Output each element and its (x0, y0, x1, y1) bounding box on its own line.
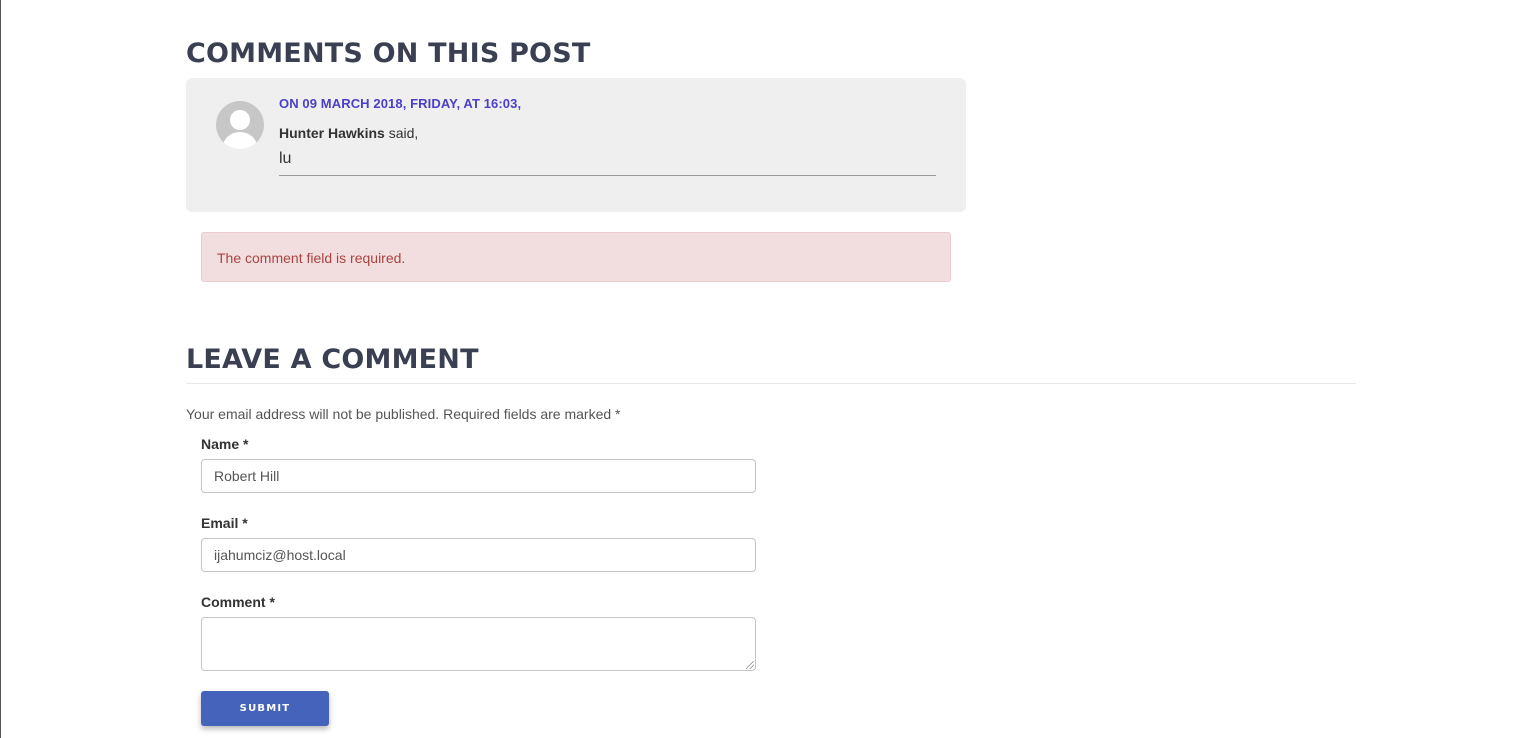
submit-button[interactable]: SUBMIT (201, 691, 329, 726)
comment-said: said, (384, 125, 419, 141)
name-label: Name * (201, 436, 249, 452)
comment-author: Hunter Hawkins (279, 125, 385, 141)
email-label: Email * (201, 515, 248, 531)
name-input[interactable]: Robert Hill (201, 459, 756, 493)
comments-title: COMMENTS ON THIS POST (186, 38, 591, 69)
required-notice: Your email address will not be published… (186, 406, 621, 422)
comment-label: Comment * (201, 594, 275, 610)
comment-item: ON 09 MARCH 2018, FRIDAY, AT 16:03, Hunt… (186, 78, 966, 212)
error-alert: The comment field is required. (201, 232, 951, 282)
divider (186, 383, 1356, 384)
leave-comment-title: LEAVE A COMMENT (186, 344, 479, 375)
comment-textarea[interactable] (201, 617, 756, 671)
comment-text: lu (279, 150, 936, 176)
default-user-avatar-icon (216, 101, 264, 149)
comment-author-line: Hunter Hawkins said, (279, 125, 418, 141)
email-input[interactable]: ijahumciz@host.local (201, 538, 756, 572)
resize-grip-icon[interactable] (746, 661, 754, 669)
comment-date: ON 09 MARCH 2018, FRIDAY, AT 16:03, (279, 96, 522, 111)
